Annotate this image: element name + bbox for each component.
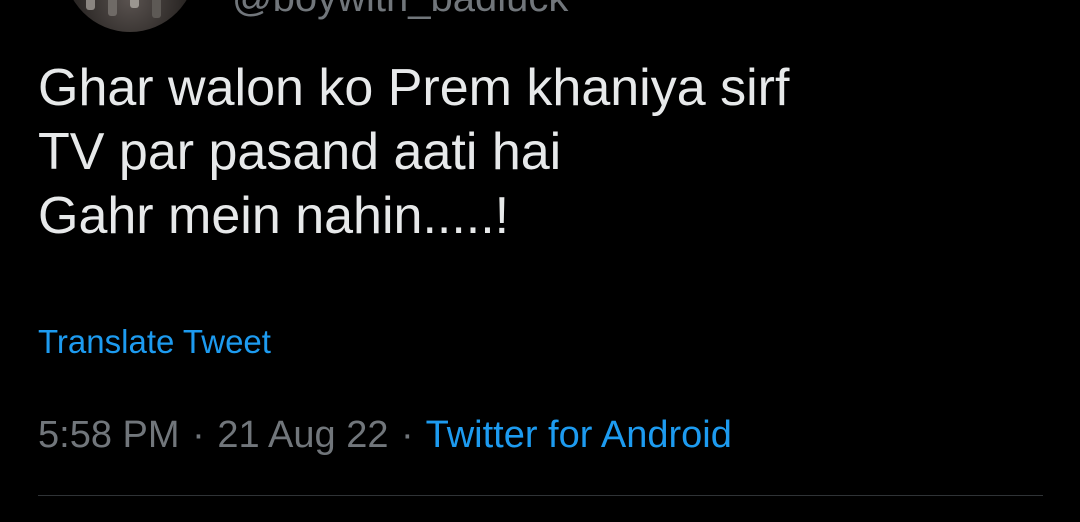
tweet-metadata: 5:58 PM · 21 Aug 22 · Twitter for Androi… bbox=[38, 412, 732, 458]
user-handle[interactable]: @boywith_badluck bbox=[232, 0, 568, 18]
avatar[interactable] bbox=[64, 0, 196, 32]
meta-separator: · bbox=[401, 414, 414, 456]
tweet-date[interactable]: 21 Aug 22 bbox=[217, 414, 388, 456]
meta-separator: · bbox=[192, 414, 205, 456]
tweet-text-line: Ghar walon ko Prem khaniya sirf bbox=[38, 59, 790, 117]
tweet-time[interactable]: 5:58 PM bbox=[38, 414, 180, 456]
avatar-photo bbox=[86, 0, 95, 10]
tweet-text-line: Gahr mein nahin.....! bbox=[38, 187, 510, 245]
tweet-source-link[interactable]: Twitter for Android bbox=[426, 414, 732, 456]
divider bbox=[38, 495, 1043, 496]
translate-tweet-link[interactable]: Translate Tweet bbox=[38, 322, 271, 362]
tweet-text-line: TV par pasand aati hai bbox=[38, 123, 562, 181]
tweet-text: Ghar walon ko Prem khaniya sirf TV par p… bbox=[38, 56, 1048, 248]
